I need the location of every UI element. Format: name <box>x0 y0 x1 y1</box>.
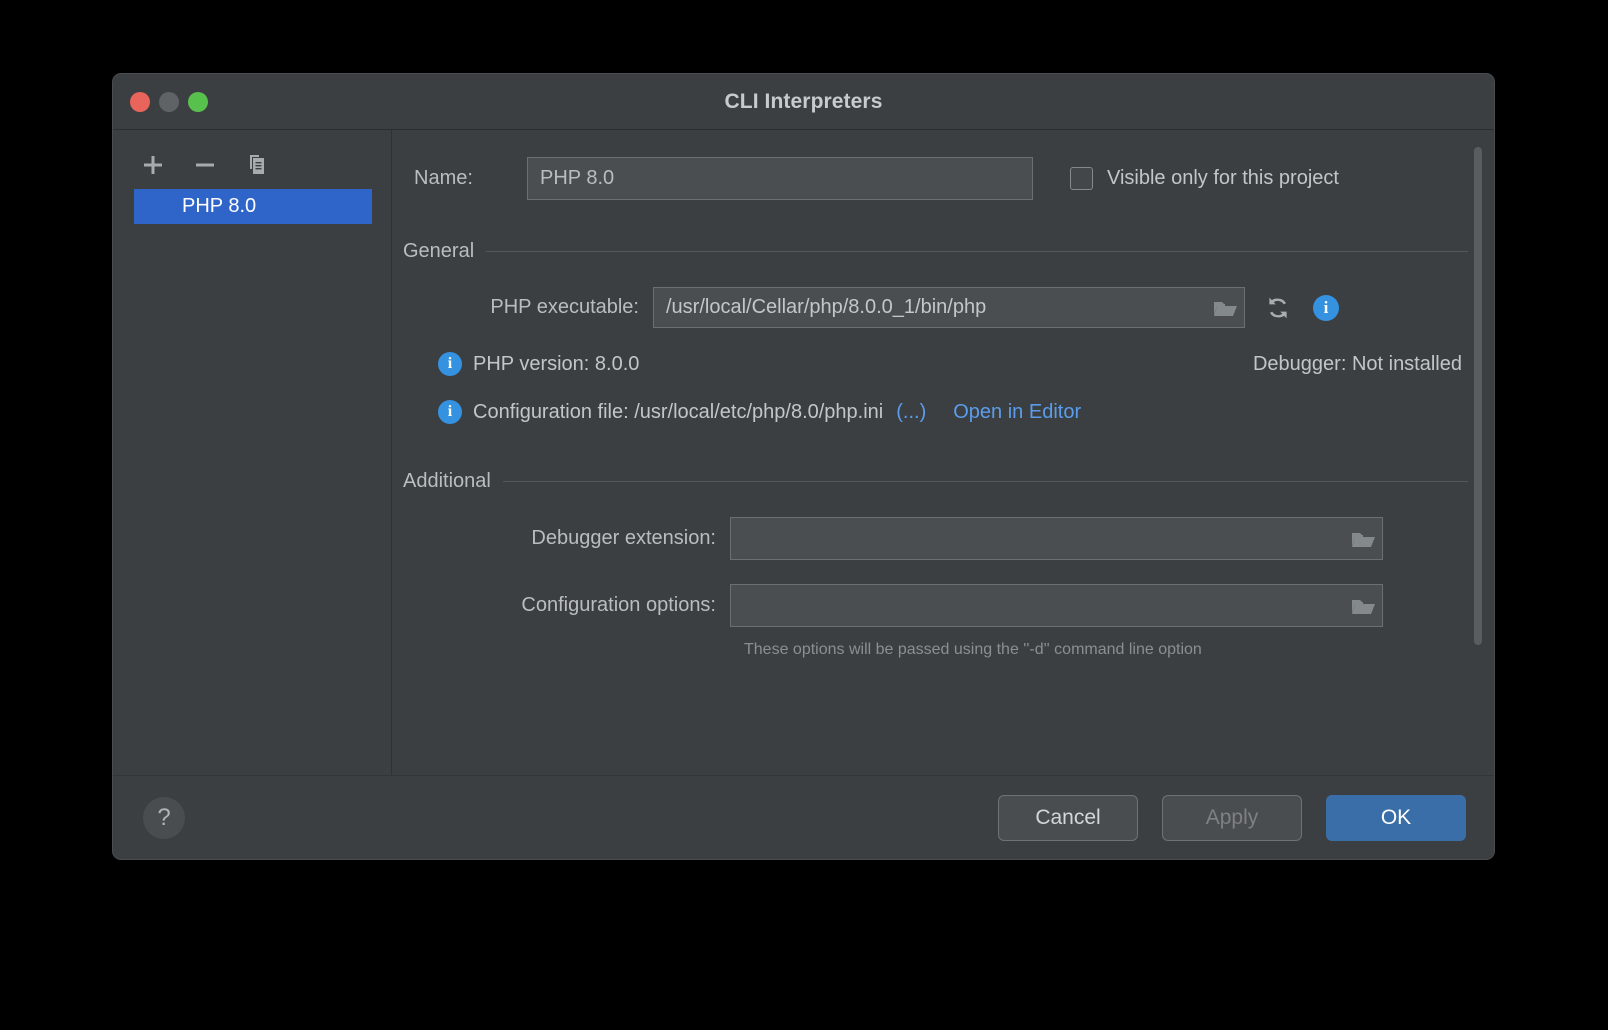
php-executable-value: /usr/local/Cellar/php/8.0.0_1/bin/php <box>666 296 987 318</box>
dialog-body: PHP 8.0 Name: PHP 8.0 Visible only for t… <box>113 130 1494 775</box>
additional-section-divider <box>502 481 1468 482</box>
additional-section-title: Additional <box>403 470 491 492</box>
settings-scrollbar[interactable] <box>1474 147 1482 645</box>
php-version-text: PHP version: 8.0.0 <box>473 352 640 375</box>
cli-interpreters-dialog: CLI Interpreters PHP 8.0 Name: PHP 8.0 V… <box>112 73 1495 860</box>
info-badge: i <box>1313 294 1339 321</box>
window-titlebar: CLI Interpreters <box>113 74 1494 130</box>
debugger-extension-input[interactable] <box>730 517 1383 560</box>
name-input-value: PHP 8.0 <box>540 166 615 189</box>
general-section-title: General <box>403 240 475 262</box>
browse-folder-icon[interactable] <box>1350 528 1376 550</box>
apply-button[interactable]: Apply <box>1162 794 1302 841</box>
list-item[interactable]: PHP 8.0 <box>134 189 372 224</box>
dialog-footer: ? Cancel Apply OK <box>113 775 1494 859</box>
general-section-header: General <box>403 240 1468 263</box>
close-button-icon[interactable] <box>130 92 150 112</box>
debugger-extension-label: Debugger extension: <box>531 527 716 549</box>
php-executable-info-icon[interactable]: i <box>1311 293 1341 323</box>
screen: CLI Interpreters PHP 8.0 Name: PHP 8.0 V… <box>0 0 1608 1030</box>
visible-only-label: Visible only for this project <box>1107 166 1339 189</box>
ok-button-label: OK <box>1380 805 1412 829</box>
configuration-file-text: Configuration file: /usr/local/etc/php/8… <box>473 400 884 423</box>
ok-button[interactable]: OK <box>1326 794 1466 841</box>
scrollbar-thumb[interactable] <box>1474 147 1482 645</box>
visible-only-checkbox-group[interactable]: Visible only for this project <box>1070 166 1339 190</box>
php-version-info-icon: i <box>438 352 462 376</box>
config-file-info-icon: i <box>438 400 462 424</box>
name-input[interactable]: PHP 8.0 <box>527 156 1033 200</box>
additional-section-header: Additional <box>403 470 1468 493</box>
configuration-options-label: Configuration options: <box>521 594 716 616</box>
window-title: CLI Interpreters <box>724 89 883 113</box>
sidebar-toolbar <box>113 144 391 186</box>
php-version-row: i PHP version: 8.0.0 Debugger: Not insta… <box>392 352 1494 376</box>
list-item-label: PHP 8.0 <box>182 195 257 217</box>
apply-button-label: Apply <box>1205 805 1259 829</box>
help-button[interactable]: ? <box>143 796 185 839</box>
visible-only-checkbox[interactable] <box>1070 166 1093 190</box>
config-more-link[interactable]: (...) <box>896 401 926 424</box>
name-label: Name: <box>414 166 473 189</box>
debugger-extension-row: Debugger extension: <box>392 517 1494 560</box>
refresh-icon[interactable] <box>1263 293 1293 323</box>
name-row: Name: PHP 8.0 Visible only for this proj… <box>392 152 1494 204</box>
window-controls <box>130 74 208 130</box>
help-icon: ? <box>157 803 171 831</box>
general-section-divider <box>486 251 1468 252</box>
configuration-options-input[interactable] <box>730 584 1383 627</box>
cancel-button[interactable]: Cancel <box>998 794 1138 841</box>
php-executable-row: PHP executable: /usr/local/Cellar/php/8.… <box>392 287 1494 328</box>
add-interpreter-icon[interactable] <box>138 150 168 180</box>
interpreters-list[interactable]: PHP 8.0 <box>113 189 391 775</box>
interpreters-sidebar: PHP 8.0 <box>113 130 392 775</box>
php-executable-label: PHP executable: <box>490 296 639 318</box>
browse-folder-icon[interactable] <box>1212 297 1238 319</box>
browse-folder-icon[interactable] <box>1350 595 1376 617</box>
php-executable-input[interactable]: /usr/local/Cellar/php/8.0.0_1/bin/php <box>653 287 1245 328</box>
cancel-button-label: Cancel <box>1035 805 1101 829</box>
debugger-status: Debugger: Not installed <box>1252 352 1462 375</box>
copy-interpreter-icon[interactable] <box>242 150 272 180</box>
configuration-file-row: i Configuration file: /usr/local/etc/php… <box>392 400 1494 424</box>
open-in-editor-link[interactable]: Open in Editor <box>953 401 1081 424</box>
interpreter-settings-panel: Name: PHP 8.0 Visible only for this proj… <box>392 130 1494 775</box>
configuration-options-row: Configuration options: <box>392 584 1494 627</box>
minimize-button-icon[interactable] <box>159 92 179 112</box>
zoom-button-icon[interactable] <box>188 92 208 112</box>
configuration-options-hint: These options will be passed using the '… <box>744 641 1202 658</box>
remove-interpreter-icon[interactable] <box>190 150 220 180</box>
